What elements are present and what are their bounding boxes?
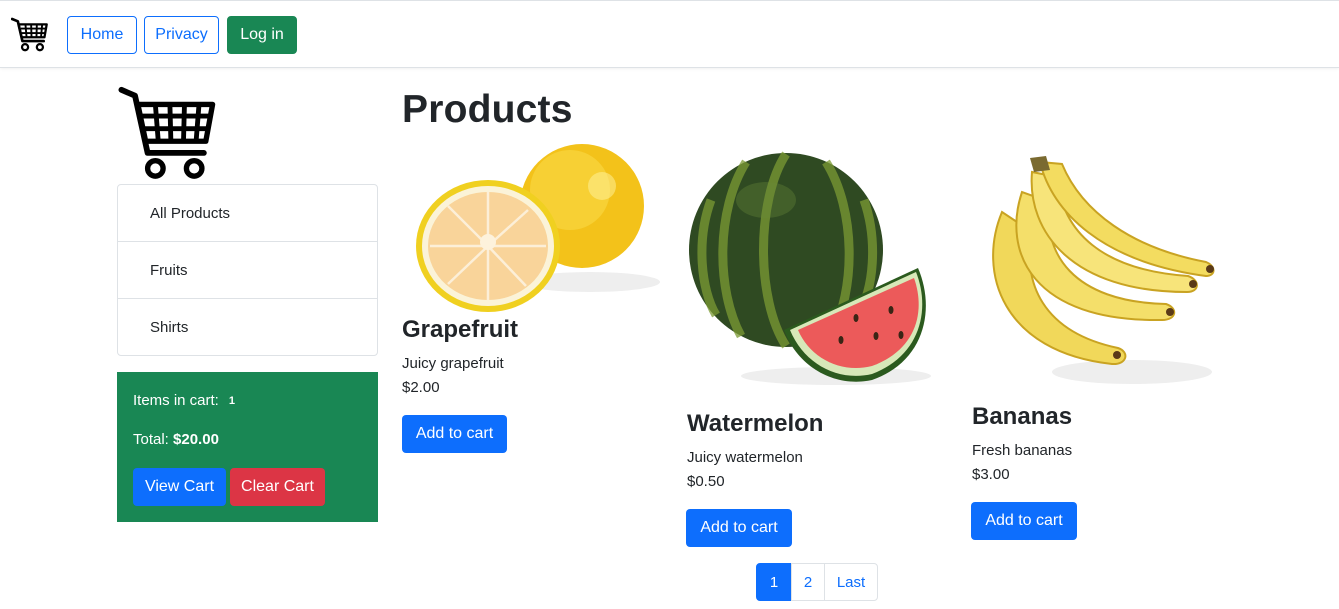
product-price: $3.00 [972,466,1010,483]
page-2-link[interactable]: 2 [791,563,825,601]
bananas-image [992,156,1215,384]
cart-items-line: Items in cart: 1 [133,392,235,409]
category-list: All Products Fruits Shirts [117,184,378,356]
shopping-cart-icon [118,86,216,179]
last-page-link[interactable]: Last [824,563,878,601]
cart-items-count: 1 [228,395,235,407]
product-price: $0.50 [687,473,725,490]
privacy-nav-button[interactable]: Privacy [144,16,219,54]
add-to-cart-button[interactable]: Add to cart [402,415,507,453]
cart-total-label: Total: [133,431,169,448]
category-item-fruits[interactable]: Fruits [118,242,377,299]
cart-total-line: Total: $20.00 [133,431,219,448]
page-1-link[interactable]: 1 [756,563,792,601]
product-description: Juicy grapefruit [402,355,504,372]
login-button[interactable]: Log in [227,16,297,54]
watermelon-image [689,151,931,385]
product-description: Fresh bananas [972,442,1073,459]
category-item-all-products[interactable]: All Products [118,185,377,242]
cart-summary: Items in cart: 1 Total: $20.00 View Cart … [117,372,378,522]
page-title: Products [402,88,573,131]
add-to-cart-button[interactable]: Add to cart [686,509,792,547]
product-description: Juicy watermelon [687,449,803,466]
cart-items-label: Items in cart: [133,392,219,409]
pagination: 1 2 Last [756,563,878,601]
home-nav-button[interactable]: Home [67,16,137,54]
product-name: Grapefruit [402,316,519,343]
clear-cart-button[interactable]: Clear Cart [230,468,325,506]
add-to-cart-button[interactable]: Add to cart [971,502,1077,540]
cart-total-value: $20.00 [173,431,219,448]
category-item-shirts[interactable]: Shirts [118,299,377,355]
product-name: Watermelon [687,410,824,437]
top-navbar: Home Privacy Log in [0,0,1339,68]
product-name: Bananas [972,403,1073,430]
grapefruit-image [400,142,663,314]
view-cart-button[interactable]: View Cart [133,468,226,506]
product-price: $2.00 [402,379,440,396]
shopping-cart-icon[interactable] [11,15,49,55]
